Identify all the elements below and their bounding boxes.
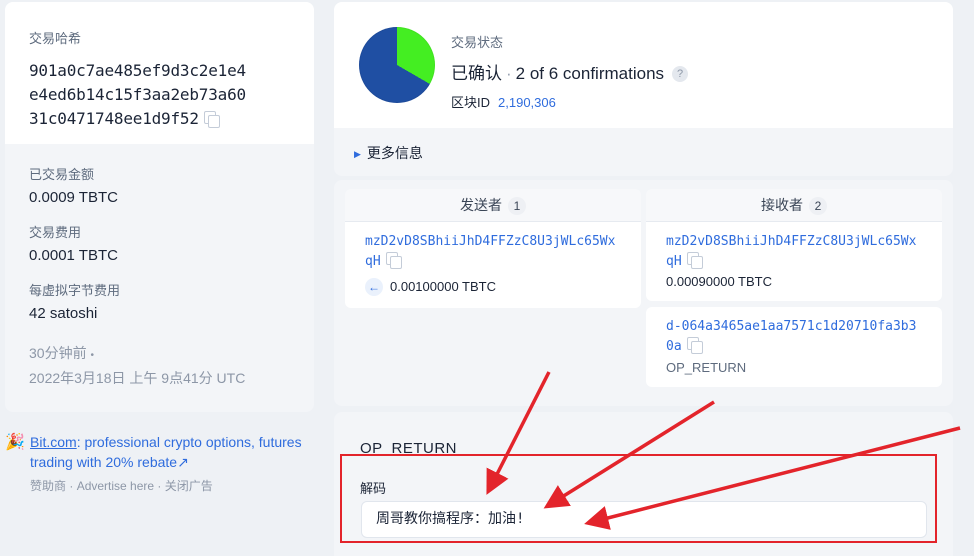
time-separator: • [90, 350, 94, 361]
transaction-summary-card: 交易哈希 901a0c7ae485ef9d3c2e1e4 e4ed6b14c15… [5, 2, 314, 412]
receiver-address[interactable]: mzD2vD8SBhiiJhD4FFZzC8U3jWLc65WxqH [666, 232, 922, 271]
decoded-text-field[interactable]: 周哥教你搞程序：加油! [361, 501, 927, 538]
block-id-link[interactable]: 2,190,306 [498, 95, 556, 110]
block-id-label: 区块ID [451, 95, 491, 110]
op-return-title: OP_RETURN [360, 440, 458, 457]
amount-label: 已交易金额 [29, 167, 95, 182]
party-icon: 🎉 [5, 434, 25, 451]
status-info: 交易状态 已确认 · 2 of 6 confirmations? 区块ID 2,190… [451, 32, 689, 111]
copy-icon[interactable] [686, 336, 703, 354]
tx-hash-value[interactable]: 901a0c7ae485ef9d3c2e1e4 e4ed6b14c15f3aa2… [29, 59, 290, 131]
confirmation-pie-chart [359, 27, 435, 103]
amount-item: 已交易金额 0.0009 TBTC [29, 164, 290, 206]
arrow-left-icon[interactable]: ← [365, 278, 383, 296]
sponsor-label: 赞助商 [30, 479, 67, 493]
receivers-count-badge: 2 [809, 197, 827, 215]
more-info-label: 更多信息 [366, 145, 423, 161]
advertise-link[interactable]: Advertise here [77, 479, 154, 493]
status-label: 交易状态 [451, 35, 504, 50]
copy-icon[interactable] [203, 110, 220, 128]
sponsor-ad: 🎉 Bit.com: professional crypto options, … [5, 432, 320, 494]
receiver-amount: 0.00090000 TBTC [666, 274, 772, 289]
tx-hash-section: 交易哈希 901a0c7ae485ef9d3c2e1e4 e4ed6b14c15… [5, 2, 314, 144]
close-ad-link[interactable]: 关闭广告 [165, 479, 213, 493]
copy-icon[interactable] [385, 251, 402, 269]
status-card: 交易状态 已确认 · 2 of 6 confirmations? 区块ID 2,190… [334, 2, 953, 176]
senders-count-badge: 1 [508, 197, 526, 215]
op-return-type: OP_RETURN [666, 360, 747, 375]
external-link-icon: ↗ [177, 454, 189, 470]
separator: · [69, 479, 74, 493]
inputs-outputs-card: 发送者 1 mzD2vD8SBhiiJhD4FFZzC8U3jWLc65WxqH … [334, 180, 953, 406]
sender-amount-row: ← 0.00100000 TBTC [365, 278, 621, 296]
receiver-item-op-return: d-064a3465ae1aa7571c1d20710fa3b30a OP_RE… [646, 307, 942, 387]
tx-details: 已交易金额 0.0009 TBTC 交易费用 0.0001 TBTC 每虚拟字节… [5, 144, 314, 389]
sender-item: mzD2vD8SBhiiJhD4FFZzC8U3jWLc65WxqH ← 0.00… [345, 222, 641, 308]
separator: · [506, 64, 512, 83]
senders-title: 发送者 [460, 197, 502, 213]
block-line: 区块ID 2,190,306 [451, 92, 688, 111]
senders-column: 发送者 1 mzD2vD8SBhiiJhD4FFZzC8U3jWLc65WxqH … [345, 189, 641, 308]
receivers-title: 接收者 [761, 197, 803, 213]
fee-value: 0.0001 TBTC [29, 247, 118, 264]
op-return-address-text[interactable]: d-064a3465ae1aa7571c1d20710fa3b30a [666, 319, 916, 354]
confirmations-count: 2 of 6 confirmations [515, 64, 665, 83]
help-icon[interactable]: ? [672, 66, 689, 82]
sponsor-brand[interactable]: Bit.com [30, 434, 77, 450]
receiver-address-text[interactable]: mzD2vD8SBhiiJhD4FFZzC8U3jWLc65WxqH [666, 234, 916, 269]
decode-label: 解码 [360, 481, 387, 496]
sender-address-text[interactable]: mzD2vD8SBhiiJhD4FFZzC8U3jWLc65WxqH [365, 234, 615, 269]
time-relative: 30分钟前 [29, 345, 87, 361]
tx-hash-line: 901a0c7ae485ef9d3c2e1e4 [29, 61, 246, 80]
fee-item: 交易费用 0.0001 TBTC [29, 222, 290, 264]
caret-right-icon: ▶ [354, 149, 361, 159]
fee-label: 交易费用 [29, 225, 82, 240]
senders-header: 发送者 1 [345, 189, 641, 222]
receivers-header: 接收者 2 [646, 189, 942, 222]
status-confirmed: 已确认 [451, 64, 502, 83]
op-return-card: OP_RETURN 解码 周哥教你搞程序：加油! [334, 412, 953, 556]
receivers-column: 接收者 2 mzD2vD8SBhiiJhD4FFZzC8U3jWLc65WxqH … [646, 189, 942, 387]
tx-hash-line: 31c0471748ee1d9f52 [29, 109, 199, 128]
more-info-toggle[interactable]: ▶ 更多信息 [354, 143, 423, 163]
status-line: 已确认 · 2 of 6 confirmations? [451, 59, 689, 84]
tx-hash-line: e4ed6b14c15f3aa2eb73a60 [29, 85, 246, 104]
vbyte-fee-value: 42 satoshi [29, 305, 98, 322]
sponsor-meta: 赞助商 · Advertise here · 关闭广告 [30, 477, 320, 494]
sender-address[interactable]: mzD2vD8SBhiiJhD4FFZzC8U3jWLc65WxqH [365, 232, 621, 271]
tx-hash-label: 交易哈希 [29, 31, 82, 46]
separator: · [157, 479, 162, 493]
receiver-item: mzD2vD8SBhiiJhD4FFZzC8U3jWLc65WxqH 0.000… [646, 222, 942, 301]
vbyte-fee-label: 每虚拟字节费用 [29, 283, 121, 298]
tx-time: 30分钟前 • 2022年3月18日 上午 9点41分 UTC [29, 342, 290, 389]
vbyte-fee-item: 每虚拟字节费用 42 satoshi [29, 280, 290, 322]
time-absolute: 2022年3月18日 上午 9点41分 UTC [29, 370, 246, 386]
copy-icon[interactable] [686, 251, 703, 269]
status-section: 交易状态 已确认 · 2 of 6 confirmations? 区块ID 2,190… [334, 2, 953, 128]
op-return-address[interactable]: d-064a3465ae1aa7571c1d20710fa3b30a [666, 317, 922, 356]
amount-value: 0.0009 TBTC [29, 189, 118, 206]
sender-amount: 0.00100000 TBTC [390, 279, 496, 294]
sponsor-link[interactable]: Bit.com: professional crypto options, fu… [30, 432, 320, 472]
